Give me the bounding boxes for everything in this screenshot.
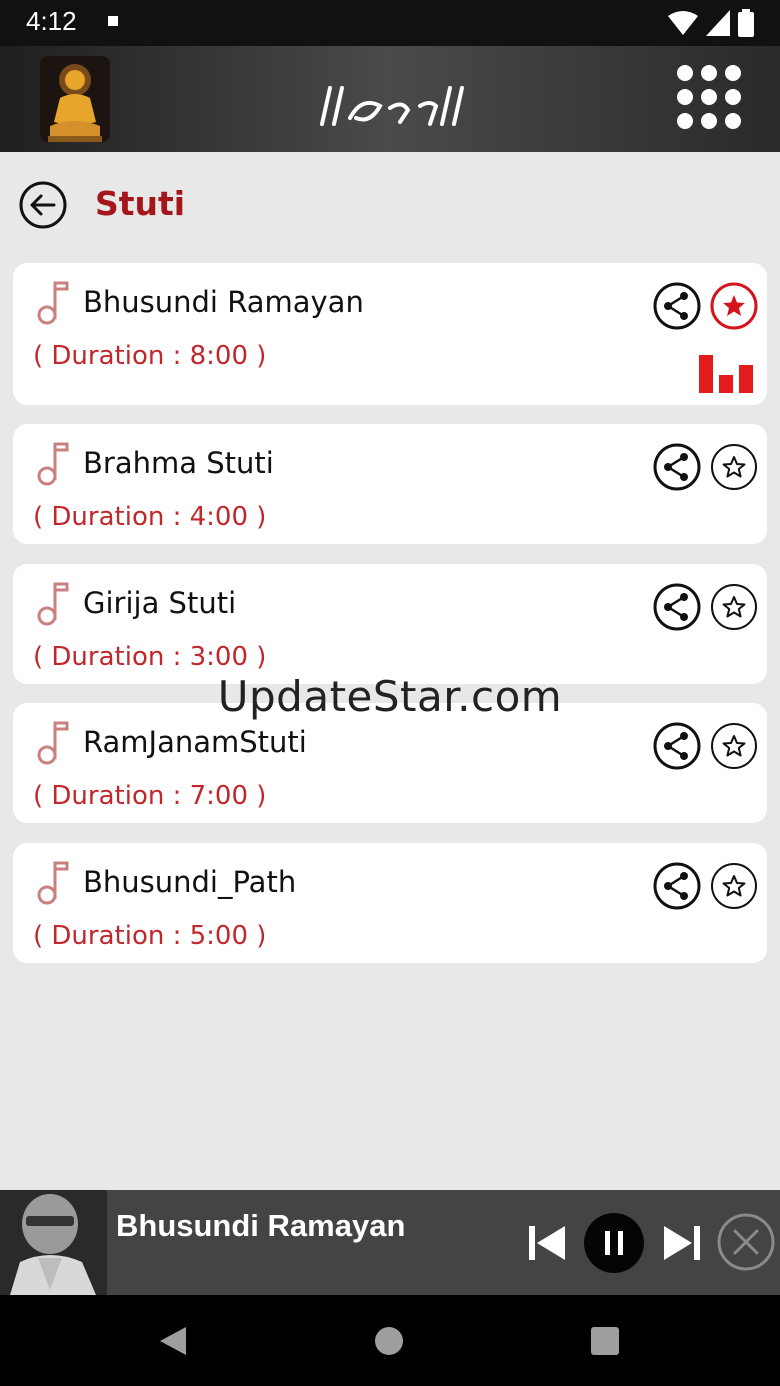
previous-icon[interactable] (527, 1224, 567, 1262)
battery-icon (738, 9, 754, 37)
app-logo[interactable] (40, 56, 110, 142)
signal-icon (706, 10, 730, 36)
status-icons (668, 8, 754, 38)
close-icon[interactable] (716, 1212, 776, 1272)
share-icon[interactable] (653, 443, 701, 491)
nav-recents-icon[interactable] (590, 1326, 620, 1356)
favorite-star-icon[interactable] (710, 722, 758, 770)
track-title: Brahma Stuti (83, 446, 274, 480)
album-art[interactable] (0, 1190, 107, 1295)
track-duration: ( Duration : 4:00 ) (33, 502, 267, 532)
mini-player[interactable]: Bhusundi Ramayan (0, 1190, 780, 1295)
back-arrow-icon[interactable] (18, 180, 68, 230)
favorite-star-icon[interactable] (710, 862, 758, 910)
favorite-star-icon[interactable] (710, 443, 758, 491)
watermark-text: UpdateStar.com (217, 672, 563, 721)
share-icon[interactable] (653, 722, 701, 770)
nav-home-icon[interactable] (374, 1326, 404, 1356)
status-time: 4:12 (26, 6, 77, 36)
notification-icon (108, 16, 118, 26)
deity-icon (40, 56, 110, 142)
page-title: Stuti (95, 184, 186, 223)
share-icon[interactable] (653, 583, 701, 631)
music-note-icon (37, 861, 69, 905)
music-note-icon (37, 442, 69, 486)
music-note-icon (37, 582, 69, 626)
track-card[interactable]: RamJanamStuti ( Duration : 7:00 ) (13, 703, 767, 823)
track-title: Bhusundi Ramayan (83, 285, 364, 319)
share-icon[interactable] (653, 282, 701, 330)
nav-back-icon[interactable] (158, 1325, 188, 1357)
page-header: Stuti (0, 152, 780, 262)
track-card[interactable]: Bhusundi Ramayan ( Duration : 8:00 ) (13, 263, 767, 405)
status-bar: 4:12 (0, 0, 780, 46)
track-card[interactable]: Bhusundi_Path ( Duration : 5:00 ) (13, 843, 767, 963)
pause-icon[interactable] (583, 1212, 645, 1274)
music-note-icon (37, 281, 69, 325)
track-title: Bhusundi_Path (83, 865, 297, 899)
track-duration: ( Duration : 3:00 ) (33, 642, 267, 672)
favorite-star-icon[interactable] (710, 583, 758, 631)
wifi-icon (668, 11, 698, 35)
share-icon[interactable] (653, 862, 701, 910)
app-bar (0, 46, 780, 152)
system-nav-bar (0, 1295, 780, 1386)
track-title: Girija Stuti (83, 586, 237, 620)
track-duration: ( Duration : 7:00 ) (33, 781, 267, 811)
favorite-star-icon[interactable] (710, 282, 758, 330)
next-icon[interactable] (662, 1224, 702, 1262)
track-title: RamJanamStuti (83, 725, 307, 759)
equalizer-icon (699, 355, 753, 393)
track-card[interactable]: Girija Stuti ( Duration : 3:00 ) (13, 564, 767, 684)
music-note-icon (37, 721, 69, 765)
track-duration: ( Duration : 8:00 ) (33, 341, 267, 371)
track-duration: ( Duration : 5:00 ) (33, 921, 267, 951)
grid-icon[interactable] (674, 62, 744, 132)
player-title: Bhusundi Ramayan (116, 1208, 406, 1243)
track-card[interactable]: Brahma Stuti ( Duration : 4:00 ) (13, 424, 767, 544)
app-title-script (320, 86, 464, 126)
